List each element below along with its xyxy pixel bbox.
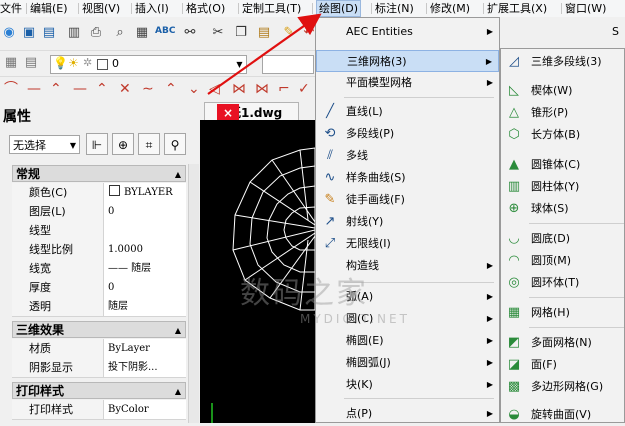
annotation-arrow	[207, 13, 322, 95]
